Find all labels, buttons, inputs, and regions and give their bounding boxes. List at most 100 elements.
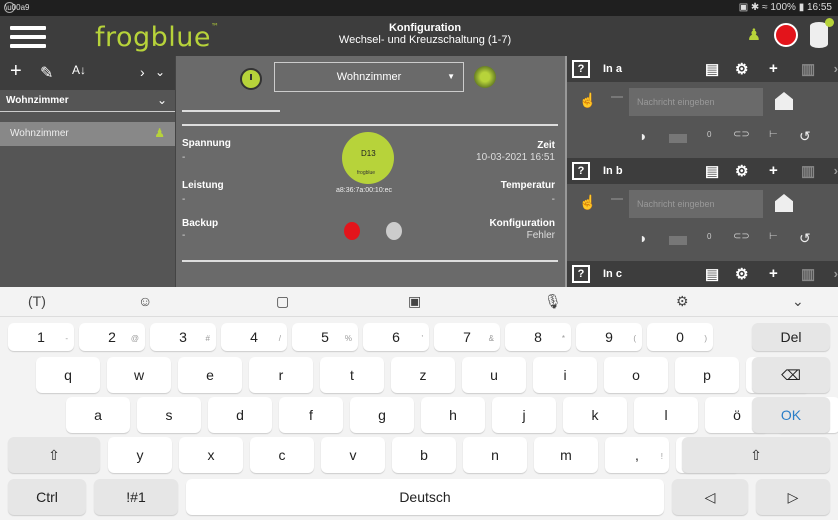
house-icon[interactable] [775, 92, 793, 110]
key-7[interactable]: 7 & [434, 323, 500, 351]
add-icon[interactable]: + [769, 60, 778, 77]
key-m[interactable]: m [534, 437, 598, 473]
key-0[interactable]: 0) [647, 323, 713, 351]
alarm-clock-icon[interactable] [773, 23, 798, 47]
gif-icon[interactable]: ▣ [408, 293, 421, 310]
key-g[interactable]: g [350, 397, 414, 433]
key-r[interactable]: r [249, 357, 313, 393]
trash-icon[interactable]: ▥ [801, 60, 815, 78]
text-recognition-icon[interactable]: (T) [28, 293, 46, 309]
chevron-right-icon[interactable]: › [834, 266, 838, 281]
delete-key[interactable]: Del [752, 323, 830, 351]
key-h[interactable]: h [421, 397, 485, 433]
backup-restore-icon[interactable] [386, 222, 403, 240]
microphone-icon[interactable]: 🎙 [544, 293, 562, 310]
add-icon[interactable]: + [769, 265, 778, 282]
sort-az-icon[interactable]: A↓ [72, 63, 86, 77]
key-e[interactable]: e [178, 357, 242, 393]
key-n[interactable]: n [463, 437, 527, 473]
room-dropdown[interactable]: Wohnzimmer ▼ [274, 62, 464, 92]
key-4[interactable]: 4/ [221, 323, 287, 351]
key-v[interactable]: v [321, 437, 385, 473]
key-q[interactable]: q [36, 357, 100, 393]
radar-icon[interactable] [474, 66, 496, 88]
chevron-down-icon[interactable]: ⌄ [155, 65, 165, 79]
key-1[interactable]: 1- [8, 323, 74, 351]
chevron-right-icon[interactable]: › [834, 61, 838, 76]
room-selector[interactable]: Wohnzimmer ⌄ [0, 90, 175, 112]
gear-icon[interactable]: ⚙ [735, 162, 748, 180]
add-icon[interactable]: + [10, 60, 22, 83]
trash-icon[interactable]: ▥ [801, 265, 815, 283]
key-t[interactable]: t [320, 357, 384, 393]
settings-icon[interactable]: ⚙ [676, 293, 689, 310]
loop-icon[interactable]: ↺ [799, 128, 811, 145]
dimmer-icon[interactable]: ◗ [639, 230, 647, 246]
clock-icon[interactable] [240, 68, 262, 90]
menu-icon[interactable] [10, 26, 46, 48]
rectangle-icon[interactable] [669, 134, 687, 143]
loop-icon[interactable]: ↺ [799, 230, 811, 247]
key-3[interactable]: 3 # [150, 323, 216, 351]
chevron-right-icon[interactable]: › [834, 163, 838, 178]
key-punct-0[interactable]: ,! [605, 437, 669, 473]
shift-key-right[interactable]: ⇧ [682, 437, 830, 473]
key-2[interactable]: 2 @ [79, 323, 145, 351]
frog-icon[interactable]: ♟ [747, 25, 761, 45]
key-w[interactable]: w [107, 357, 171, 393]
key-l[interactable]: l [634, 397, 698, 433]
help-icon[interactable]: ? [572, 265, 590, 283]
room-list-item[interactable]: Wohnzimmer ♟ [0, 122, 175, 146]
dimmer-icon[interactable]: ◗ [639, 128, 647, 144]
key-5[interactable]: 5% [292, 323, 358, 351]
message-input-b[interactable]: Nachricht eingeben [629, 190, 763, 218]
house-icon[interactable] [775, 194, 793, 212]
space-key[interactable]: Deutsch [186, 479, 664, 515]
sticker-icon[interactable]: ▢ [276, 293, 289, 310]
trash-icon[interactable]: ▥ [801, 162, 815, 180]
document-icon[interactable]: ▤ [705, 162, 719, 180]
shift-key-left[interactable]: ⇧ [8, 437, 100, 473]
key-o[interactable]: o [604, 357, 668, 393]
chevron-right-icon[interactable]: › [140, 64, 145, 80]
switch-icon[interactable]: ⊢ [769, 231, 778, 242]
edit-icon[interactable]: ✎ [40, 63, 53, 83]
symbols-key[interactable]: !#1 [94, 479, 178, 515]
message-input-a[interactable]: Nachricht eingeben [629, 88, 763, 116]
document-icon[interactable]: ▤ [705, 60, 719, 78]
key-6[interactable]: 6 ' [363, 323, 429, 351]
add-icon[interactable]: + [769, 162, 778, 179]
help-icon[interactable]: ? [572, 162, 590, 180]
link-icon[interactable]: ⊂⊃ [733, 231, 750, 242]
key-8[interactable]: 8 * [505, 323, 571, 351]
rectangle-icon[interactable] [669, 236, 687, 245]
switch-icon[interactable]: ⊢ [769, 129, 778, 140]
link-icon[interactable]: ⊂⊃ [733, 129, 750, 140]
chevron-down-icon[interactable]: ⌄ [792, 293, 804, 310]
backspace-key[interactable]: ⌫ [752, 357, 830, 393]
emoji-icon[interactable]: ☺ [138, 293, 152, 309]
cursor-left-key[interactable]: ◁ [672, 479, 748, 515]
database-icon[interactable] [810, 18, 834, 48]
key-9[interactable]: 9( [576, 323, 642, 351]
ctrl-key[interactable]: Ctrl [8, 479, 86, 515]
key-d[interactable]: d [208, 397, 272, 433]
backup-upload-icon[interactable] [344, 222, 360, 240]
device-icon[interactable]: D13 frogblue [342, 132, 394, 184]
help-icon[interactable]: ? [572, 60, 590, 78]
gear-icon[interactable]: ⚙ [735, 265, 748, 283]
key-p[interactable]: p [675, 357, 739, 393]
key-c[interactable]: c [250, 437, 314, 473]
key-s[interactable]: s [137, 397, 201, 433]
cursor-right-key[interactable]: ▷ [756, 479, 830, 515]
gear-icon[interactable]: ⚙ [735, 60, 748, 78]
key-i[interactable]: i [533, 357, 597, 393]
key-x[interactable]: x [179, 437, 243, 473]
key-u[interactable]: u [462, 357, 526, 393]
key-a[interactable]: a [66, 397, 130, 433]
key-y[interactable]: y [108, 437, 172, 473]
key-b[interactable]: b [392, 437, 456, 473]
key-z[interactable]: z [391, 357, 455, 393]
key-k[interactable]: k [563, 397, 627, 433]
key-f[interactable]: f [279, 397, 343, 433]
